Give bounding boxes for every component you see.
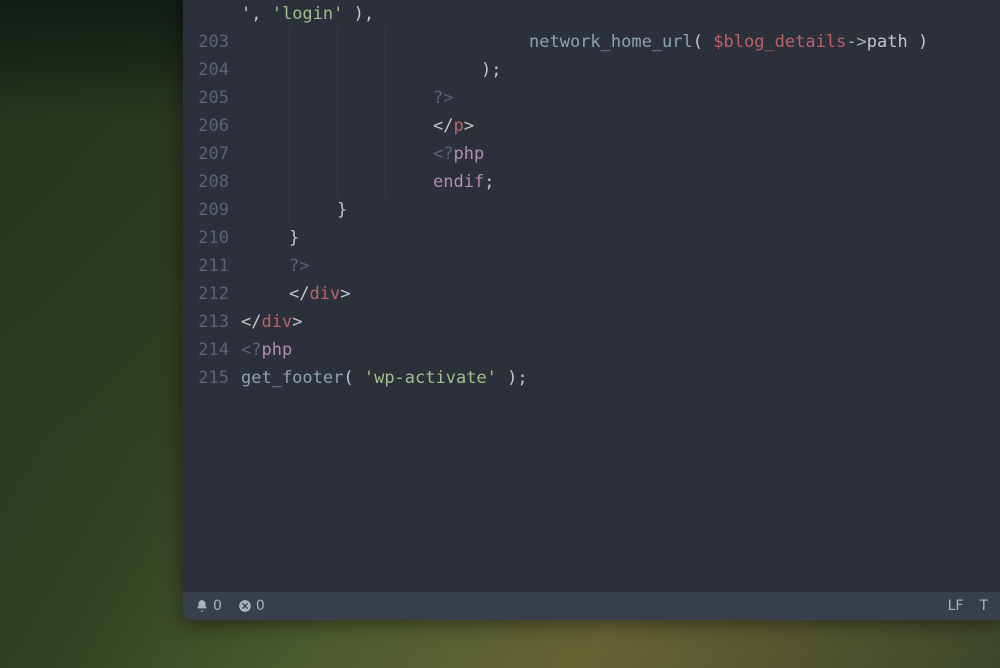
code-line: </p> — [241, 112, 1000, 140]
line-number: 208 — [183, 168, 241, 196]
line-number: 213 — [183, 308, 241, 336]
code-line: network_home_url( $blog_details->path ) — [241, 28, 1000, 56]
code-line: } — [241, 196, 1000, 224]
code-line: ); — [241, 56, 1000, 84]
code-line: </div> — [241, 308, 1000, 336]
line-number: 214 — [183, 336, 241, 364]
line-number: 211 — [183, 252, 241, 280]
eol-indicator[interactable]: LF — [948, 598, 964, 614]
code-line: get_footer( 'wp-activate' ); — [241, 364, 1000, 392]
line-number: 203 — [183, 28, 241, 56]
notifications-value: 0 — [213, 598, 222, 614]
line-number: 209 — [183, 196, 241, 224]
code-line: endif; — [241, 168, 1000, 196]
bell-icon — [195, 599, 209, 613]
line-number-gutter: 203204205206207208209210211212213214215 — [183, 0, 241, 592]
line-number: 215 — [183, 364, 241, 392]
code-line: ', 'login' ), — [241, 0, 1000, 28]
editor-window: 203204205206207208209210211212213214215 … — [183, 0, 1000, 620]
line-number: 206 — [183, 112, 241, 140]
status-right-trunc[interactable]: T — [979, 598, 988, 614]
errors-value: 0 — [256, 598, 265, 614]
errors-count[interactable]: 0 — [238, 598, 265, 614]
notifications-count[interactable]: 0 — [195, 598, 222, 614]
line-number: 210 — [183, 224, 241, 252]
status-bar: 0 0 LF T — [183, 592, 1000, 620]
editor-area[interactable]: 203204205206207208209210211212213214215 … — [183, 0, 1000, 592]
code-line: ?> — [241, 252, 1000, 280]
code-content[interactable]: ', 'login' ),network_home_url( $blog_det… — [241, 0, 1000, 592]
code-line: ?> — [241, 84, 1000, 112]
code-line: </div> — [241, 280, 1000, 308]
line-number: 212 — [183, 280, 241, 308]
error-icon — [238, 599, 252, 613]
line-number: 207 — [183, 140, 241, 168]
line-number: 204 — [183, 56, 241, 84]
code-line: <?php — [241, 140, 1000, 168]
code-line: <?php — [241, 336, 1000, 364]
line-number: 205 — [183, 84, 241, 112]
code-line: } — [241, 224, 1000, 252]
